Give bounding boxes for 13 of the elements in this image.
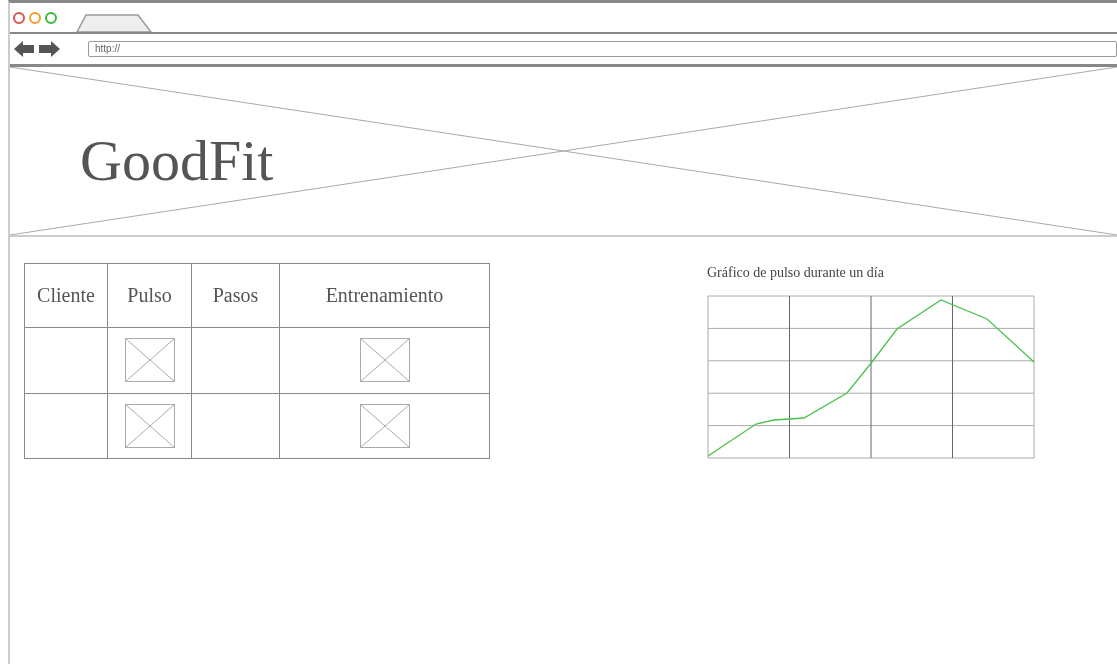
image-placeholder-icon — [359, 338, 410, 383]
image-placeholder-icon — [359, 403, 410, 448]
column-header: Pulso — [107, 263, 192, 328]
chart-title: Gráfico de pulso durante un día — [707, 265, 885, 281]
image-placeholder-icon — [124, 403, 175, 448]
browser-tab[interactable] — [76, 14, 152, 32]
column-header: Entrenamiento — [279, 263, 490, 328]
address-field[interactable]: http:// — [88, 41, 1117, 57]
column-header: Pasos — [191, 263, 280, 328]
column-header: Cliente — [24, 263, 108, 328]
image-placeholder-icon — [124, 338, 175, 383]
back-forward-icon[interactable] — [14, 40, 60, 58]
site-title: GoodFit — [80, 127, 274, 193]
